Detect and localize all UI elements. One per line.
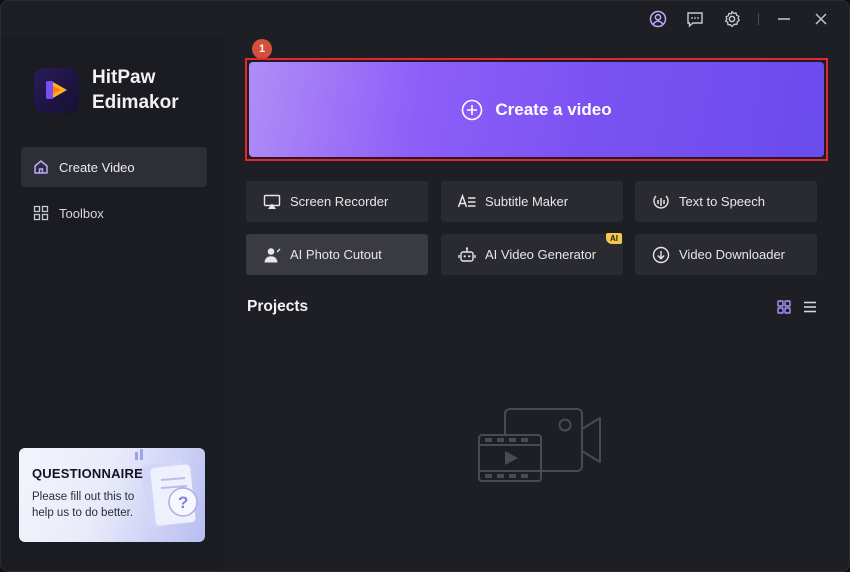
projects-title: Projects <box>247 298 309 315</box>
questionnaire-card[interactable]: ? QUESTIONNAIRE Please fill out this to … <box>19 448 205 542</box>
screen-recorder-icon <box>262 192 282 212</box>
subtitle-icon <box>457 192 477 212</box>
feedback-icon[interactable] <box>683 7 707 31</box>
home-icon <box>33 159 49 175</box>
main-content: 1 Create a video Screen Recorder Subtitl… <box>223 37 849 571</box>
titlebar-separator <box>758 13 759 25</box>
sidebar-item-create-video[interactable]: Create Video <box>21 147 207 187</box>
brand: HitPaw Edimakor <box>34 65 179 115</box>
sidebar-item-label: Create Video <box>59 159 135 175</box>
close-icon[interactable] <box>809 7 833 31</box>
subtitle-maker-button[interactable]: Subtitle Maker <box>441 181 623 222</box>
svg-text:?: ? <box>178 493 188 512</box>
brand-line-2: Edimakor <box>92 92 179 113</box>
robot-icon <box>457 245 477 265</box>
grid-icon <box>33 205 49 221</box>
grid-view-icon[interactable] <box>776 299 792 315</box>
title-bar <box>1 1 849 37</box>
step-badge: 1 <box>252 39 272 59</box>
sidebar: HitPaw Edimakor Create Video Toolbox ? Q… <box>1 37 223 571</box>
download-icon <box>651 245 671 265</box>
tool-label: AI Video Generator <box>485 247 597 262</box>
create-video-label: Create a video <box>495 99 612 119</box>
questionnaire-title: QUESTIONNAIRE <box>32 466 143 481</box>
tool-label: Subtitle Maker <box>485 194 569 209</box>
tool-label: Screen Recorder <box>290 194 389 209</box>
screen-recorder-button[interactable]: Screen Recorder <box>246 181 428 222</box>
text-to-speech-icon <box>651 192 671 212</box>
text-to-speech-button[interactable]: Text to Speech <box>635 181 817 222</box>
ai-photo-cutout-button[interactable]: AI Photo Cutout <box>246 234 428 275</box>
account-icon[interactable] <box>646 7 670 31</box>
list-view-icon[interactable] <box>802 299 818 315</box>
video-downloader-button[interactable]: Video Downloader <box>635 234 817 275</box>
app-logo-icon <box>34 67 79 113</box>
plus-circle-icon <box>461 99 483 121</box>
empty-projects-video-icon <box>476 407 606 492</box>
settings-icon[interactable] <box>720 7 744 31</box>
app-window: HitPaw Edimakor Create Video Toolbox ? Q… <box>0 0 850 572</box>
sidebar-item-toolbox[interactable]: Toolbox <box>21 193 207 233</box>
questionnaire-text: Please fill out this to help us to do be… <box>32 491 135 519</box>
tool-label: AI Photo Cutout <box>290 247 382 262</box>
person-cutout-icon <box>262 245 282 265</box>
create-video-button[interactable]: Create a video <box>249 62 824 157</box>
minimize-icon[interactable] <box>772 7 796 31</box>
ai-video-generator-button[interactable]: AI Video Generator AI <box>441 233 623 275</box>
tool-label: Video Downloader <box>679 247 785 262</box>
tool-label: Text to Speech <box>679 194 765 209</box>
ai-badge: AI <box>606 233 622 244</box>
brand-line-1: HitPaw <box>92 67 156 88</box>
brand-name: HitPaw Edimakor <box>92 65 179 115</box>
sidebar-item-label: Toolbox <box>59 205 104 221</box>
